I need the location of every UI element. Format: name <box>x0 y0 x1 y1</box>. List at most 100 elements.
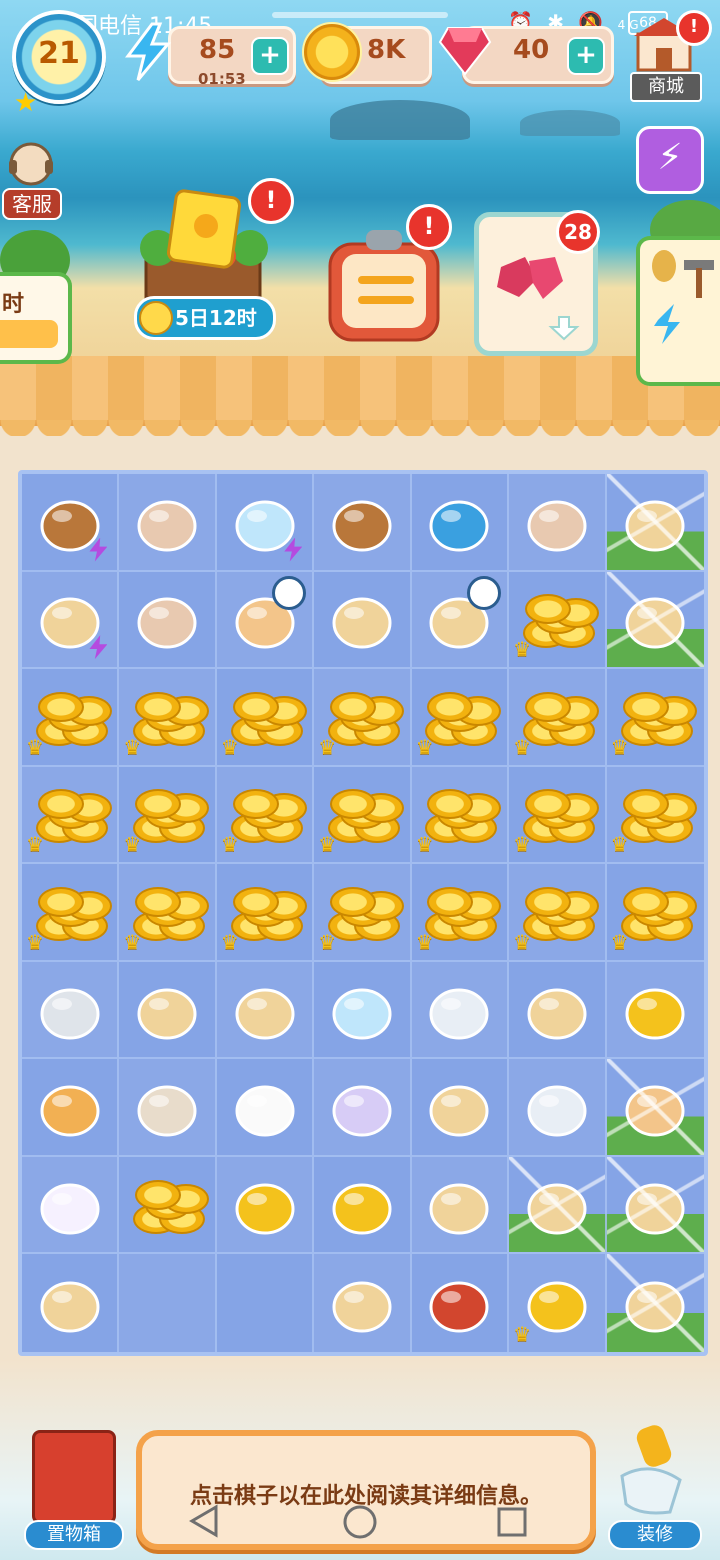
stopwatch-icon <box>467 575 502 610</box>
coin-stack-icon <box>617 686 698 748</box>
island-silhouette <box>330 100 470 140</box>
board-cell[interactable] <box>411 571 510 670</box>
board-cell[interactable] <box>411 1156 510 1255</box>
board-cell[interactable] <box>216 1156 315 1255</box>
board-cell[interactable]: ♛ <box>22 864 120 962</box>
lightning-boost-button[interactable]: ⚡ <box>636 126 704 194</box>
board-cell[interactable]: ♛ <box>314 766 412 865</box>
headset-icon <box>9 142 53 186</box>
board-cell[interactable] <box>606 474 704 572</box>
board-cell[interactable] <box>509 1059 607 1157</box>
right-event-card[interactable] <box>636 236 720 386</box>
board-cell[interactable] <box>119 474 217 572</box>
board-cell[interactable] <box>22 1254 120 1352</box>
board-cell[interactable] <box>509 961 607 1060</box>
board-cell[interactable]: ♛ <box>216 864 315 962</box>
add-gems-button[interactable]: + <box>567 37 605 75</box>
board-cell[interactable] <box>119 961 217 1060</box>
board-cell[interactable]: ♛ <box>119 766 217 865</box>
siamese-cat-icon <box>137 1085 197 1137</box>
crown-icon: ♛ <box>26 929 44 954</box>
board-cell[interactable]: ♛ <box>606 864 704 962</box>
board-cell[interactable] <box>509 474 607 572</box>
shop-button[interactable]: 商城 ! <box>628 10 712 102</box>
board-cell[interactable]: ♛ <box>509 571 607 670</box>
board-cell[interactable]: ♛ <box>411 766 510 865</box>
clipboard-alert-badge: ! <box>406 204 452 250</box>
fishing-reel-icon <box>235 988 295 1040</box>
board-cell[interactable] <box>22 571 120 670</box>
board-cell[interactable] <box>314 1156 412 1255</box>
board-cell[interactable] <box>216 474 315 572</box>
board-cell[interactable] <box>119 1059 217 1157</box>
board-cell[interactable] <box>509 1156 607 1255</box>
board-cell[interactable]: ♛ <box>119 669 217 767</box>
board-cell[interactable]: ♛ <box>314 864 412 962</box>
board-cell[interactable]: ♛ <box>509 864 607 962</box>
add-energy-button[interactable]: + <box>251 37 289 75</box>
crown-icon: ♛ <box>513 929 532 954</box>
coin-stack-icon <box>617 881 698 943</box>
board-cell[interactable] <box>606 1059 704 1157</box>
goldfish-bag-icon <box>527 500 587 552</box>
board-cell[interactable] <box>606 961 704 1060</box>
board-cell[interactable] <box>411 1059 510 1157</box>
board-cell[interactable] <box>22 1059 120 1157</box>
board-cell[interactable] <box>411 961 510 1060</box>
board-cell[interactable] <box>22 961 120 1060</box>
board-cell[interactable]: ♛ <box>119 864 217 962</box>
board-cell[interactable] <box>22 474 120 572</box>
board-cell[interactable] <box>216 571 315 670</box>
board-cell[interactable] <box>217 1254 315 1352</box>
coin-value: 8K <box>367 35 406 65</box>
board-cell[interactable] <box>314 571 412 670</box>
board-cell[interactable] <box>216 961 315 1060</box>
cherry-basket-icon <box>332 500 392 552</box>
board-cell[interactable] <box>314 1059 412 1157</box>
board-cell[interactable]: ♛ <box>509 766 607 865</box>
board-cell[interactable] <box>411 474 510 572</box>
star-icon: ★ <box>14 88 38 118</box>
board-cell[interactable]: ♛ <box>22 669 120 767</box>
stopwatch-icon <box>272 575 307 610</box>
top-drag-handle <box>272 12 448 18</box>
board-cell[interactable] <box>119 571 217 670</box>
board-cell[interactable] <box>412 1254 510 1352</box>
crown-icon: ♛ <box>26 832 44 857</box>
board-cell[interactable] <box>119 1254 217 1352</box>
board-cell[interactable] <box>22 1156 120 1255</box>
board-cell[interactable] <box>216 1059 315 1157</box>
board-cell[interactable] <box>606 1156 704 1255</box>
board-cell[interactable] <box>314 1254 412 1352</box>
board-cell[interactable]: ♛ <box>216 766 315 865</box>
board-cell[interactable] <box>606 571 704 670</box>
lightning-energy-icon <box>125 22 172 81</box>
coin-icon <box>302 22 362 82</box>
board-cell[interactable] <box>119 1156 217 1255</box>
board-cell[interactable]: ♛ <box>509 669 607 767</box>
calico-cat-icon <box>235 1085 295 1137</box>
board-cell[interactable]: ♛ <box>314 669 412 767</box>
board-cell[interactable]: ♛ <box>216 669 315 767</box>
board-cell[interactable] <box>314 474 412 572</box>
board-cell[interactable]: ♛ <box>606 766 704 865</box>
nav-recents-icon[interactable] <box>496 1506 528 1538</box>
colander-icon <box>429 1183 489 1235</box>
board-cell[interactable] <box>314 961 412 1060</box>
nav-back-icon[interactable] <box>188 1504 220 1538</box>
crate-timer-text: 5日12时 <box>175 306 257 330</box>
nav-home-icon[interactable] <box>342 1504 378 1540</box>
board-cell[interactable]: ♛ <box>606 669 704 767</box>
board-cell[interactable]: ♛ <box>411 669 510 767</box>
crown-icon: ♛ <box>610 734 629 759</box>
mini-fridge-icon <box>429 500 489 552</box>
merge-board[interactable]: ♛ ♛ ♛ ♛ ♛ ♛ ♛ ♛ ♛ ♛ ♛ ♛ ♛ ♛ ♛ ♛ ♛ ♛ ♛ ♛ ♛ ♛ ♛ <box>18 470 708 1356</box>
board-cell[interactable]: ♛ <box>509 1254 607 1352</box>
left-event-card[interactable]: 时 <box>0 272 72 364</box>
spatula-icon <box>332 1281 392 1333</box>
board-cell[interactable]: ♛ <box>411 864 510 962</box>
crown-icon: ♛ <box>415 734 434 759</box>
board-cell[interactable] <box>606 1254 704 1352</box>
board-cell[interactable]: ♛ <box>22 766 120 865</box>
customer-service-button[interactable]: 客服 <box>0 140 62 226</box>
